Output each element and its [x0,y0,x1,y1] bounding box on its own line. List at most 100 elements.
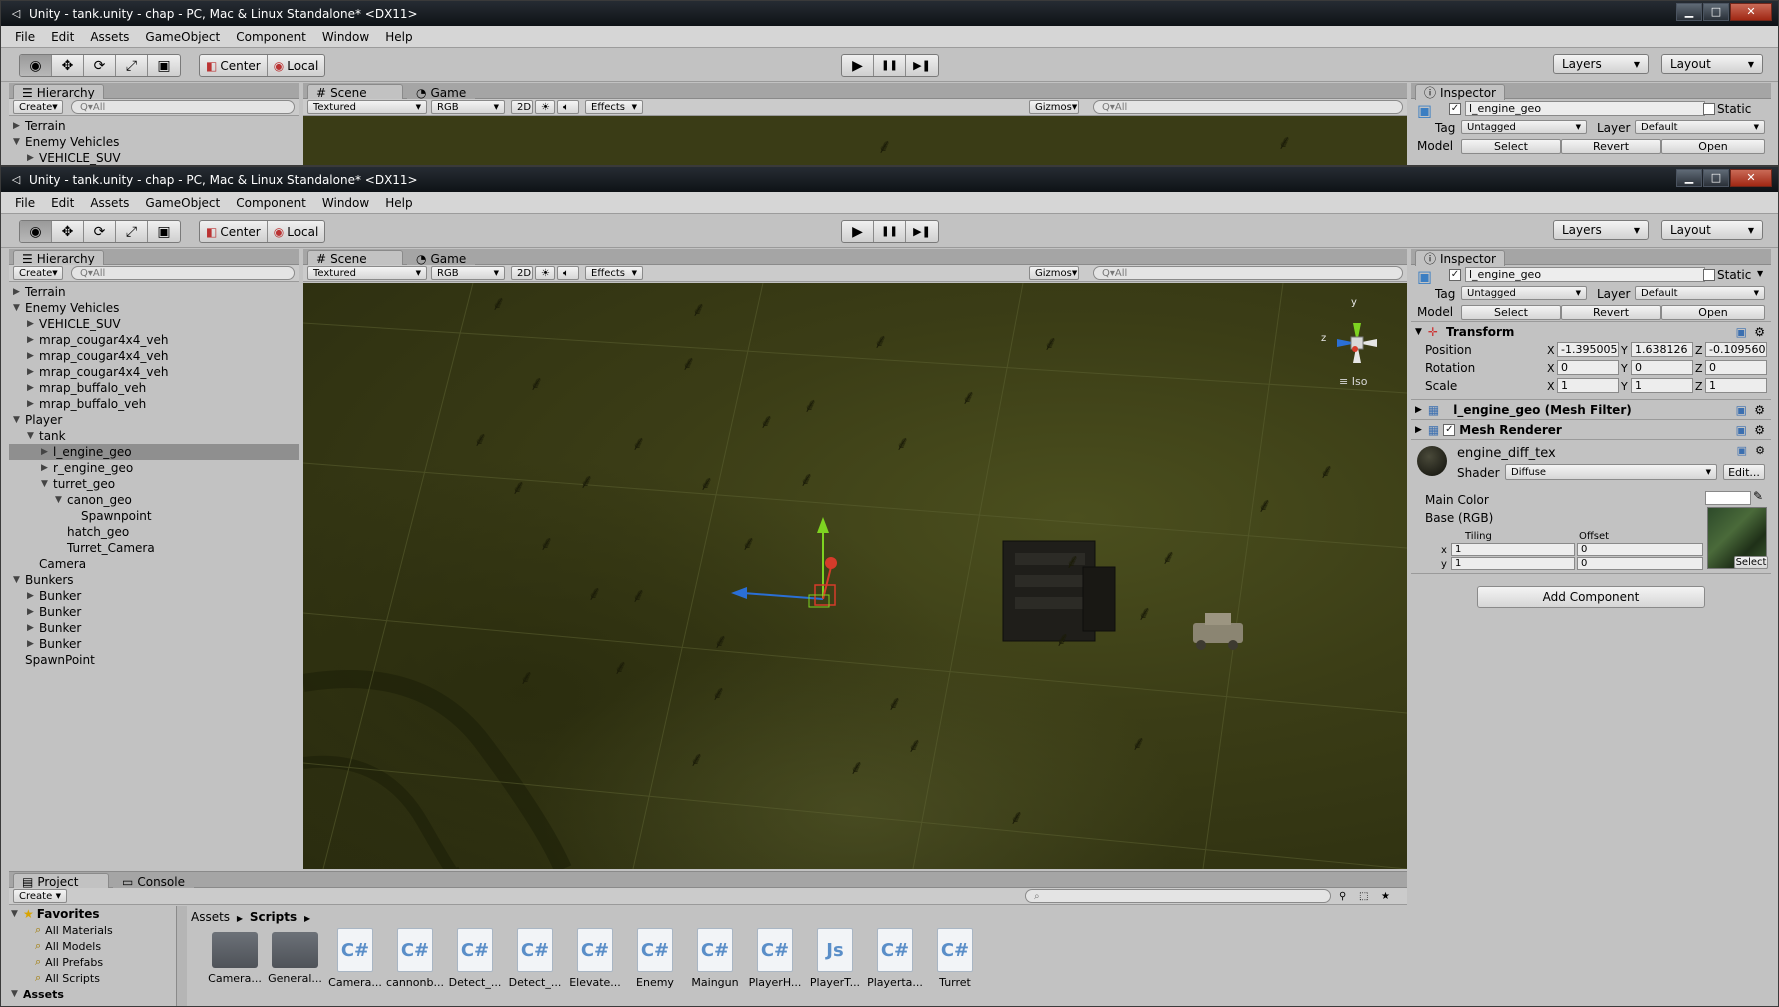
tree-item[interactable]: ▶ Bunker [9,604,299,620]
tree-item[interactable]: ▶ Bunker [9,620,299,636]
menu-window[interactable]: Window [314,30,377,44]
2d-toggle[interactable]: 2D [511,100,533,114]
gizmos-dropdown[interactable]: Gizmos ▼ [1029,100,1079,114]
gear-icon[interactable]: ⚙ [1755,444,1765,457]
tree-item-terrain[interactable]: ▶ Terrain [9,118,299,134]
favorite-item[interactable]: ⌕ All Scripts [9,970,176,986]
tree-item[interactable]: ▶ mrap_buffalo_veh [9,380,299,396]
layers-dropdown[interactable]: Layers ▼ [1553,220,1649,240]
step-button[interactable]: ▶❚ [906,55,938,76]
help-icon[interactable]: ▣ [1736,325,1747,339]
transform-header[interactable]: ▼ ✛ Transform ▣ ⚙ [1411,321,1771,341]
script-asset[interactable]: C# Detect_... [505,928,565,989]
object-name-input[interactable]: l_engine_geo [1465,101,1705,116]
tab-hierarchy[interactable]: ☰ Hierarchy [13,250,104,266]
tree-item[interactable]: ▶ Bunker [9,636,299,652]
active-checkbox[interactable]: ✓ [1449,269,1461,281]
assets-root[interactable]: ▼ Assets [9,986,176,1002]
script-asset[interactable]: C# PlayerH... [745,928,805,989]
model-select-button[interactable]: Select [1461,138,1561,154]
tab-game[interactable]: ◔ Game [407,84,476,100]
lighting-toggle[interactable]: ☀ [535,100,555,114]
static-dropdown-icon[interactable]: ▼ [1757,269,1763,278]
tree-item[interactable]: ▶ l_engine_geo [9,444,299,460]
transform-y-field[interactable]: 0 [1631,360,1693,375]
menu-edit[interactable]: Edit [43,30,82,44]
2d-toggle[interactable]: 2D [511,266,533,280]
minimize-button[interactable]: ▁ [1676,169,1702,187]
static-checkbox[interactable] [1703,269,1715,281]
tree-item[interactable]: SpawnPoint [9,652,299,668]
tree-item[interactable]: ▶ VEHICLE_SUV [9,316,299,332]
offset-x-field[interactable]: 0 [1577,543,1703,556]
script-asset[interactable]: C# Elevate... [565,928,625,989]
shader-dropdown[interactable]: Diffuse ▼ [1505,464,1717,480]
tab-game[interactable]: ◔ Game [407,250,476,266]
scene-search-input[interactable]: Q▾All [1093,266,1403,280]
model-open-button[interactable]: Open [1661,138,1765,154]
transform-y-field[interactable]: 1 [1631,378,1693,393]
audio-toggle[interactable]: 🔈︎ [557,100,579,114]
favorite-star-icon[interactable]: ★ [1381,891,1390,902]
tree-item[interactable]: ▼ Player [9,412,299,428]
folder-asset[interactable]: General... [265,928,325,985]
layers-dropdown[interactable]: Layers ▼ [1553,54,1649,74]
collapse-arrow-icon[interactable]: ▶ [27,335,39,345]
collapse-arrow-icon[interactable]: ▶ [27,623,39,633]
expand-arrow-icon[interactable]: ▼ [41,479,53,489]
collapse-arrow-icon[interactable]: ▶ [13,287,25,297]
tree-item[interactable]: ▶ Terrain [9,284,299,300]
hierarchy-create-dropdown[interactable]: Create ▼ [13,100,63,114]
render-mode-dropdown[interactable]: RGB ▼ [431,100,505,114]
scene-viewport-strip[interactable]: ⸙ ⸙ ⸙ [303,116,1407,165]
step-button[interactable]: ▶❚ [906,221,938,242]
transform-x-field[interactable]: -1.395005 [1557,342,1619,357]
transform-z-field[interactable]: -0.109560 [1705,342,1767,357]
help-icon[interactable]: ▣ [1736,423,1747,437]
model-revert-button[interactable]: Revert [1561,138,1661,154]
script-asset[interactable]: C# Enemy [625,928,685,989]
maximize-button[interactable]: □ [1703,3,1729,21]
menu-gameobject[interactable]: GameObject [137,30,228,44]
transform-z-field[interactable]: 0 [1705,360,1767,375]
view-tool-button[interactable]: ◉ [20,55,52,76]
transform-x-field[interactable]: 0 [1557,360,1619,375]
effects-dropdown[interactable]: Effects ▼ [585,266,643,280]
scene-search-input[interactable]: Q▾All [1093,100,1403,114]
expand-arrow-icon[interactable]: ▼ [13,575,25,585]
view-tool-button[interactable]: ◉ [20,221,52,242]
collapse-arrow-icon[interactable]: ▶ [27,399,39,409]
pivot-local-button[interactable]: ◉ Local [268,55,325,76]
tab-scene[interactable]: # Scene [307,84,403,100]
tab-scene[interactable]: # Scene [307,250,403,266]
mesh-filter-header[interactable]: ▶ ▦ l_engine_geo (Mesh Filter) ▣ ⚙ [1411,399,1771,419]
script-asset[interactable]: C# Turret [925,928,985,989]
tree-item[interactable]: ▼ Bunkers [9,572,299,588]
transform-y-field[interactable]: 1.638126 [1631,342,1693,357]
collapse-arrow-icon[interactable]: ▶ [27,351,39,361]
tree-item[interactable]: ▼ canon_geo [9,492,299,508]
tag-dropdown[interactable]: Untagged ▼ [1461,286,1587,300]
offset-y-field[interactable]: 0 [1577,557,1703,570]
effects-dropdown[interactable]: Effects ▼ [585,100,643,114]
model-revert-button[interactable]: Revert [1561,304,1661,320]
tree-item[interactable]: ▶ mrap_cougar4x4_veh [9,348,299,364]
menu-assets[interactable]: Assets [82,30,137,44]
tree-item-enemy-vehicles[interactable]: ▼ Enemy Vehicles [9,134,299,150]
model-open-button[interactable]: Open [1661,304,1765,320]
audio-toggle[interactable]: 🔈︎ [557,266,579,280]
favorite-item[interactable]: ⌕ All Materials [9,922,176,938]
tree-item[interactable]: hatch_geo [9,524,299,540]
rect-tool-button[interactable]: ▣ [148,55,180,76]
tree-item[interactable]: Turret_Camera [9,540,299,556]
script-asset[interactable]: C# Camera... [325,928,385,989]
model-select-button[interactable]: Select [1461,304,1561,320]
tag-dropdown[interactable]: Untagged ▼ [1461,120,1587,134]
tree-item-vehicle-suv[interactable]: ▶ VEHICLE_SUV [9,150,299,165]
maximize-button[interactable]: □ [1703,169,1729,187]
collapse-arrow-icon[interactable]: ▶ [27,607,39,617]
collapse-arrow-icon[interactable]: ▶ [27,639,39,649]
script-asset[interactable]: C# Maingun [685,928,745,989]
tab-inspector[interactable]: ⓘ Inspector [1415,84,1505,100]
active-checkbox[interactable]: ✓ [1449,103,1461,115]
